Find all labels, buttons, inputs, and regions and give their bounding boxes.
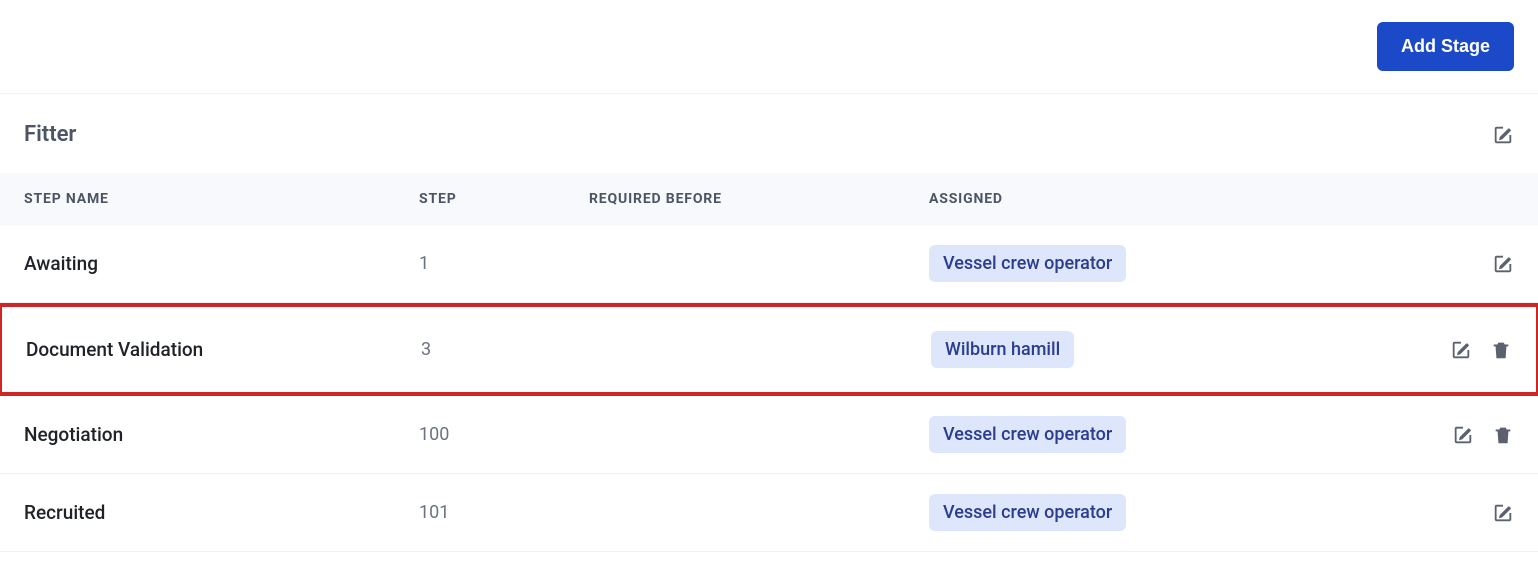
cell-step-name: Recruited [24,501,419,524]
edit-row-button[interactable] [1492,502,1514,524]
cell-step-name: Awaiting [24,252,419,275]
delete-row-button[interactable] [1490,339,1512,361]
header-assigned: ASSIGNED [929,191,1424,207]
header-step: STEP [419,191,589,207]
edit-icon [1492,124,1514,146]
cell-step: 101 [419,502,589,523]
cell-assigned: Wilburn hamill [931,331,1422,368]
table-row: Document Validation 3 Wilburn hamill [0,303,1538,396]
row-actions [1424,424,1514,446]
section-header: Fitter [0,94,1538,173]
cell-step: 1 [419,253,589,274]
row-actions [1424,253,1514,275]
trash-icon [1490,339,1512,361]
table-row: Negotiation 100 Vessel crew operator [0,396,1538,474]
header-step-name: STEP NAME [24,191,419,207]
section-title: Fitter [24,122,76,147]
edit-row-button[interactable] [1492,253,1514,275]
cell-step: 3 [421,339,591,360]
assigned-badge: Vessel crew operator [929,416,1126,453]
header-actions [1424,191,1514,207]
header-required-before: REQUIRED BEFORE [589,191,929,207]
cell-assigned: Vessel crew operator [929,245,1424,282]
edit-icon [1492,502,1514,524]
table-row: Recruited 101 Vessel crew operator [0,474,1538,552]
assigned-badge: Wilburn hamill [931,331,1074,368]
cell-step-name: Negotiation [24,423,419,446]
assigned-badge: Vessel crew operator [929,494,1126,531]
trash-icon [1492,424,1514,446]
edit-row-button[interactable] [1452,424,1474,446]
delete-row-button[interactable] [1492,424,1514,446]
edit-icon [1450,339,1472,361]
cell-step-name: Document Validation [26,338,421,361]
table-row: Awaiting 1 Vessel crew operator [0,225,1538,303]
edit-section-icon[interactable] [1492,124,1514,146]
edit-row-button[interactable] [1450,339,1472,361]
row-actions [1424,502,1514,524]
cell-assigned: Vessel crew operator [929,494,1424,531]
row-actions [1422,339,1512,361]
table-header-row: STEP NAME STEP REQUIRED BEFORE ASSIGNED [0,173,1538,225]
steps-table: STEP NAME STEP REQUIRED BEFORE ASSIGNED … [0,173,1538,552]
cell-assigned: Vessel crew operator [929,416,1424,453]
topbar: Add Stage [0,0,1538,94]
add-stage-button[interactable]: Add Stage [1377,22,1514,71]
cell-step: 100 [419,424,589,445]
edit-icon [1492,253,1514,275]
edit-icon [1452,424,1474,446]
assigned-badge: Vessel crew operator [929,245,1126,282]
